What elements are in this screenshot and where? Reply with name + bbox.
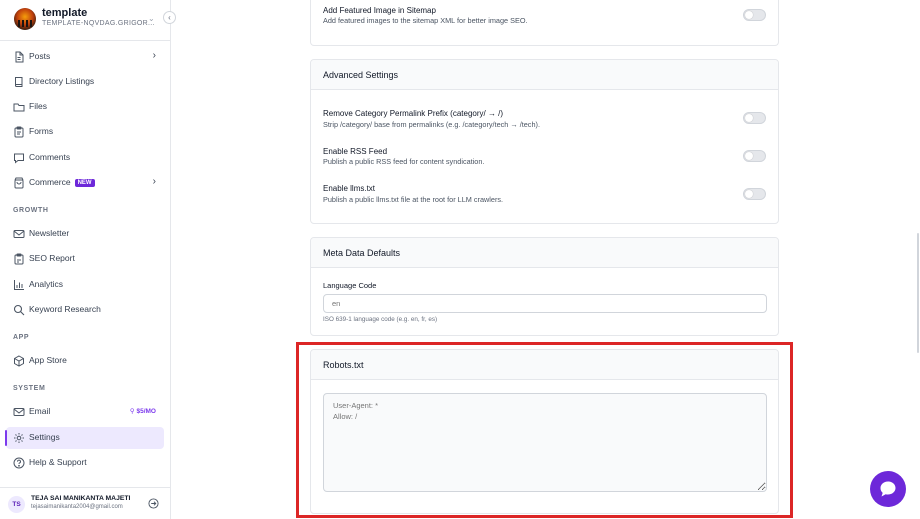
user-email: tejasaimanikanta2004@gmail.com bbox=[31, 504, 123, 510]
user-name: TEJA SAI MANIKANTA MAJETI bbox=[31, 495, 131, 502]
chevron-down-icon: ⌄ bbox=[148, 14, 155, 23]
setting-description: Strip /category/ base from permalinks (e… bbox=[323, 120, 540, 129]
sidebar: template TEMPLATE-NQVDAG.GRIGOR... ⌄ ‹ P… bbox=[0, 0, 176, 519]
sidebar-item-newsletter[interactable]: Newsletter bbox=[6, 223, 164, 245]
sidebar-item-label: Help & Support bbox=[29, 457, 87, 467]
highlight-box bbox=[296, 342, 793, 518]
card-title: Advanced Settings bbox=[323, 70, 399, 80]
sidebar-item-label: SEO Report bbox=[29, 253, 75, 263]
sidebar-item-email[interactable]: Email ⚲ $5/MO bbox=[6, 401, 164, 423]
report-icon bbox=[13, 253, 25, 265]
chat-icon bbox=[880, 481, 896, 497]
language-code-hint: ISO 639-1 language code (e.g. en, fr, es… bbox=[323, 316, 438, 323]
setting-description: Publish a public llms.txt file at the ro… bbox=[323, 195, 504, 204]
logout-icon[interactable] bbox=[148, 498, 159, 509]
card-header: Advanced Settings bbox=[311, 60, 778, 90]
advanced-settings-card: Advanced Settings Remove Category Permal… bbox=[310, 59, 779, 224]
user-profile[interactable]: TS TEJA SAI MANIKANTA MAJETI tejasaimani… bbox=[0, 487, 170, 519]
sidebar-item-label: Keyword Research bbox=[29, 304, 101, 314]
sidebar-item-label: Analytics bbox=[29, 279, 64, 289]
setting-title: Enable RSS Feed bbox=[323, 147, 388, 156]
sidebar-item-label: Settings bbox=[29, 432, 60, 442]
sidebar-item-analytics[interactable]: Analytics bbox=[6, 274, 164, 296]
sidebar-item-label: Email bbox=[29, 406, 51, 416]
setting-description: Publish a public RSS feed for content sy… bbox=[323, 157, 485, 166]
scrollbar[interactable] bbox=[917, 233, 919, 353]
book-icon bbox=[13, 76, 25, 88]
sidebar-item-commerce[interactable]: Commerce NEW › bbox=[6, 172, 164, 194]
section-label-system: SYSTEM bbox=[13, 385, 46, 392]
avatar: TS bbox=[8, 496, 25, 513]
sitemap-card: Add Featured Image in Sitemap Add featur… bbox=[310, 0, 779, 46]
sidebar-item-label: Commerce bbox=[29, 177, 71, 187]
chevron-right-icon: › bbox=[152, 176, 156, 187]
setting-title: Enable llms.txt bbox=[323, 184, 376, 193]
sidebar-item-label: Directory Listings bbox=[29, 76, 95, 86]
sidebar-item-label: Forms bbox=[29, 126, 54, 136]
sidebar-item-label: Newsletter bbox=[29, 228, 70, 238]
card-title: Meta Data Defaults bbox=[323, 248, 401, 258]
setting-title: Add Featured Image in Sitemap bbox=[323, 6, 436, 15]
chart-icon bbox=[13, 279, 25, 291]
clipboard-icon bbox=[13, 126, 25, 138]
section-label-app: APP bbox=[13, 334, 30, 341]
divider bbox=[0, 40, 170, 41]
sidebar-item-forms[interactable]: Forms bbox=[6, 121, 164, 143]
gear-icon bbox=[13, 432, 25, 444]
section-label-growth: GROWTH bbox=[13, 207, 49, 214]
sidebar-item-label: Posts bbox=[29, 51, 51, 61]
folder-icon bbox=[13, 101, 25, 113]
workspace-logo bbox=[14, 8, 36, 30]
comment-icon bbox=[13, 152, 25, 164]
setting-description: Add featured images to the sitemap XML f… bbox=[323, 16, 528, 25]
workspace-name: template bbox=[42, 7, 88, 19]
sidebar-item-label: App Store bbox=[29, 355, 67, 365]
sidebar-item-comments[interactable]: Comments bbox=[6, 147, 164, 169]
workspace-subdomain: TEMPLATE-NQVDAG.GRIGOR... bbox=[42, 20, 155, 27]
remove-category-prefix-toggle[interactable] bbox=[743, 112, 766, 124]
sidebar-item-label-wrap: Commerce NEW bbox=[29, 177, 95, 187]
sidebar-item-label: Comments bbox=[29, 152, 71, 162]
sidebar-item-files[interactable]: Files bbox=[6, 96, 164, 118]
meta-defaults-card: Meta Data Defaults Language Code ISO 639… bbox=[310, 237, 779, 336]
sidebar-item-help-support[interactable]: Help & Support bbox=[6, 452, 164, 474]
sidebar-item-posts[interactable]: Posts › bbox=[6, 46, 164, 68]
workspace-switcher[interactable]: template TEMPLATE-NQVDAG.GRIGOR... ⌄ bbox=[14, 7, 164, 31]
bag-icon bbox=[13, 177, 25, 189]
sidebar-item-seo-report[interactable]: SEO Report bbox=[6, 248, 164, 270]
sidebar-item-settings[interactable]: Settings bbox=[5, 427, 164, 449]
mail-icon bbox=[13, 228, 25, 240]
rss-feed-toggle[interactable] bbox=[743, 150, 766, 162]
language-code-label: Language Code bbox=[323, 281, 377, 290]
chat-button[interactable] bbox=[870, 471, 906, 507]
box-icon bbox=[13, 355, 25, 367]
sidebar-item-keyword-research[interactable]: Keyword Research bbox=[6, 299, 164, 321]
new-badge: NEW bbox=[74, 179, 95, 187]
settings-main: Add Featured Image in Sitemap Add featur… bbox=[171, 0, 920, 519]
collapse-sidebar-button[interactable]: ‹ bbox=[163, 11, 176, 24]
sidebar-item-directory-listings[interactable]: Directory Listings bbox=[6, 71, 164, 93]
help-icon bbox=[13, 457, 25, 469]
document-icon bbox=[13, 51, 25, 63]
card-header: Meta Data Defaults bbox=[311, 238, 778, 268]
setting-title: Remove Category Permalink Prefix (catego… bbox=[323, 109, 504, 118]
price-text: $5/MO bbox=[136, 408, 156, 415]
featured-image-sitemap-toggle[interactable] bbox=[743, 9, 766, 21]
sidebar-item-app-store[interactable]: App Store bbox=[6, 350, 164, 372]
language-code-input[interactable] bbox=[323, 294, 767, 313]
llms-txt-toggle[interactable] bbox=[743, 188, 766, 200]
chevron-right-icon: › bbox=[152, 50, 156, 61]
sidebar-item-label: Files bbox=[29, 101, 47, 111]
mail-icon bbox=[13, 406, 25, 418]
price-badge: ⚲ $5/MO bbox=[130, 407, 156, 415]
search-icon bbox=[13, 304, 25, 316]
